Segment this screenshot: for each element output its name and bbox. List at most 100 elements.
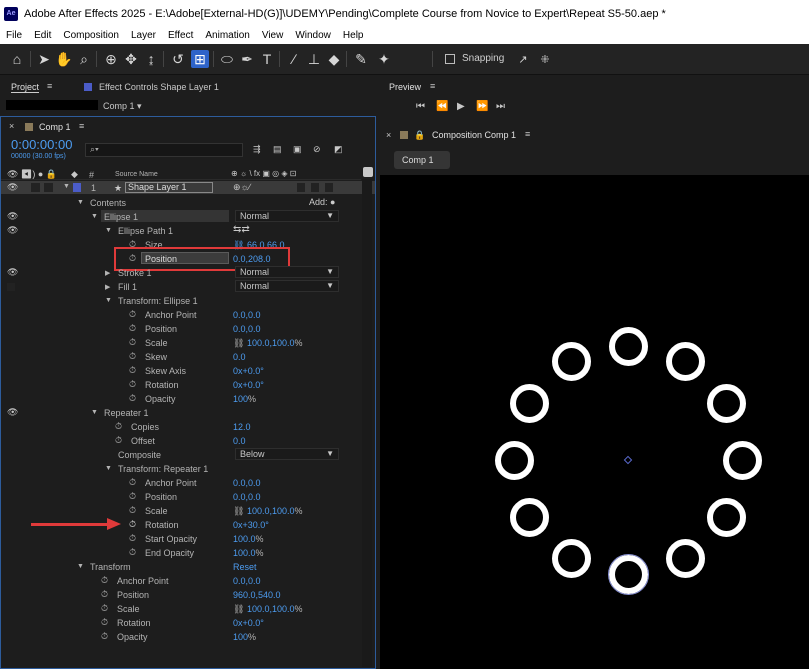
- repeater-ring-copy[interactable]: [722, 440, 762, 480]
- tab-comp[interactable]: Comp 1: [39, 122, 71, 132]
- snapping-checkbox[interactable]: [445, 54, 455, 64]
- ellipse-icon[interactable]: ⬭: [218, 50, 236, 68]
- tl-position-value[interactable]: 960.0,540.0: [233, 590, 281, 600]
- close-tab-icon[interactable]: ×: [9, 121, 14, 131]
- offset-value[interactable]: 0.0: [233, 436, 246, 446]
- te-skew-axis-value[interactable]: 0x+0.0°: [233, 366, 264, 376]
- panel-menu-icon[interactable]: ≡: [79, 121, 84, 131]
- anchor-point-marker[interactable]: [623, 455, 633, 465]
- selection-icon[interactable]: ➤: [35, 50, 53, 68]
- orbit-icon[interactable]: ⊕: [102, 50, 120, 68]
- menu-edit[interactable]: Edit: [28, 30, 57, 41]
- skew-stopwatch-icon[interactable]: ⏱: [129, 351, 136, 362]
- repeater-ring-copy[interactable]: [665, 539, 705, 579]
- tr-anchor-value[interactable]: 0.0,0.0: [233, 478, 261, 488]
- start-opacity-stopwatch-icon[interactable]: ⏱: [129, 533, 136, 544]
- hand-icon[interactable]: ✋: [55, 50, 73, 68]
- track-xy-icon[interactable]: ✥: [122, 50, 140, 68]
- layer-expand-chevron-icon[interactable]: ▼: [63, 183, 70, 190]
- previous-frame-icon[interactable]: ⏪: [436, 101, 448, 112]
- opacity-stopwatch-icon[interactable]: ⏱: [129, 393, 136, 404]
- zoom-icon[interactable]: ⌕: [75, 50, 93, 68]
- selected-ellipse-ring[interactable]: [607, 553, 649, 595]
- stroke-visibility-eye-icon[interactable]: 👁: [7, 267, 18, 278]
- comp-breadcrumb[interactable]: Comp 1 ▾: [103, 101, 142, 112]
- 3d-switch[interactable]: [325, 183, 333, 192]
- rotation-stopwatch-icon[interactable]: ⏱: [129, 519, 136, 530]
- scale-stopwatch-icon[interactable]: ⏱: [101, 603, 108, 614]
- snap-grid-icon[interactable]: ⁜: [536, 50, 554, 68]
- timecode[interactable]: 0:00:00:00: [11, 137, 72, 152]
- te-position-value[interactable]: 0.0,0.0: [233, 324, 261, 334]
- layer-switches[interactable]: ⊕☼∕: [233, 182, 250, 193]
- panel-menu-icon[interactable]: ≡: [525, 129, 530, 139]
- composite-dropdown[interactable]: Below ▼: [235, 448, 339, 460]
- fill-blend-mode-dropdown[interactable]: Normal ▼: [235, 280, 339, 292]
- fill-visibility-switch[interactable]: [7, 283, 15, 291]
- skew-axis-stopwatch-icon[interactable]: ⏱: [129, 365, 136, 376]
- tr-position-value[interactable]: 0.0,0.0: [233, 492, 261, 502]
- pan-behind-icon[interactable]: ⊞: [191, 50, 209, 68]
- contents-expand-chevron-icon[interactable]: ▼: [77, 199, 84, 206]
- solo-switch[interactable]: [44, 183, 53, 192]
- tl-scale-value[interactable]: ⛓ 100.0,100.0%: [233, 604, 303, 615]
- anchor-stopwatch-icon[interactable]: ⏱: [129, 309, 136, 320]
- add-menu[interactable]: Add: ●: [309, 197, 335, 207]
- menu-animation[interactable]: Animation: [199, 30, 255, 41]
- end-opacity-value[interactable]: 100.0%: [233, 548, 264, 558]
- start-opacity-value[interactable]: 100.0%: [233, 534, 264, 544]
- stroke-expand-chevron-icon[interactable]: ▶: [105, 269, 110, 277]
- panel-menu-icon[interactable]: ≡: [47, 81, 52, 91]
- constrain-link-icon[interactable]: ⛓: [233, 604, 244, 614]
- copies-value[interactable]: 12.0: [233, 422, 251, 432]
- repeater-ring-copy[interactable]: [551, 341, 591, 381]
- repeater-ring-copy[interactable]: [509, 497, 549, 537]
- tab-preview[interactable]: Preview: [389, 82, 421, 92]
- motion-blur-switch[interactable]: [297, 183, 305, 192]
- transform-ellipse-expand-chevron-icon[interactable]: ▼: [105, 297, 112, 304]
- position-stopwatch-icon[interactable]: ⏱: [101, 589, 108, 600]
- menu-composition[interactable]: Composition: [57, 30, 125, 41]
- home-icon[interactable]: ⌂: [8, 50, 26, 68]
- menu-window[interactable]: Window: [289, 30, 337, 41]
- te-rotation-value[interactable]: 0x+0.0°: [233, 380, 264, 390]
- roto-brush-icon[interactable]: ✎: [352, 50, 370, 68]
- tr-rotation-value[interactable]: 0x+30.0°: [233, 520, 269, 530]
- tab-project[interactable]: Project: [11, 82, 40, 93]
- menu-effect[interactable]: Effect: [162, 30, 199, 41]
- draft-3d-icon[interactable]: ▤: [273, 144, 282, 155]
- tab-effect-controls[interactable]: Effect Controls Shape Layer 1: [99, 82, 219, 92]
- layer-search-input[interactable]: ⌕▾: [85, 143, 243, 157]
- comp-viewer[interactable]: [380, 175, 809, 669]
- offset-stopwatch-icon[interactable]: ⏱: [115, 435, 122, 446]
- tl-anchor-value[interactable]: 0.0,0.0: [233, 576, 261, 586]
- ellipse-blend-mode-dropdown[interactable]: Normal ▼: [235, 210, 339, 222]
- frame-blending-icon[interactable]: ⊘: [313, 144, 321, 155]
- last-frame-icon[interactable]: ⏭: [496, 101, 505, 112]
- scale-stopwatch-icon[interactable]: ⏱: [129, 337, 136, 348]
- tab-composition[interactable]: Composition Comp 1: [432, 130, 516, 140]
- panel-menu-icon[interactable]: ≡: [430, 81, 435, 91]
- repeater-ring-copy[interactable]: [509, 383, 549, 423]
- clone-stamp-icon[interactable]: ⊥: [305, 50, 323, 68]
- track-z-icon[interactable]: ↨: [142, 50, 160, 68]
- adjustment-switch[interactable]: [311, 183, 319, 192]
- project-search-field[interactable]: [6, 100, 98, 110]
- play-icon[interactable]: ▶: [457, 101, 465, 112]
- tl-rotation-value[interactable]: 0x+0.0°: [233, 618, 264, 628]
- repeater-ring-copy[interactable]: [608, 326, 648, 366]
- repeater-ring-copy[interactable]: [707, 497, 747, 537]
- repeater-ring-copy[interactable]: [551, 539, 591, 579]
- work-area-marker-icon[interactable]: [363, 167, 373, 177]
- opacity-stopwatch-icon[interactable]: ⏱: [101, 631, 108, 642]
- constrain-link-icon[interactable]: ⛓: [233, 338, 244, 348]
- constrain-link-icon[interactable]: ⛓: [233, 506, 244, 516]
- menu-file[interactable]: File: [0, 30, 28, 41]
- first-frame-icon[interactable]: ⏮: [416, 101, 425, 112]
- layer-label-color[interactable]: [73, 183, 81, 192]
- menu-help[interactable]: Help: [337, 30, 370, 41]
- tl-opacity-value[interactable]: 100%: [233, 632, 256, 642]
- fill-expand-chevron-icon[interactable]: ▶: [105, 283, 110, 291]
- brush-icon[interactable]: ∕: [285, 50, 303, 68]
- tr-scale-value[interactable]: ⛓ 100.0,100.0%: [233, 506, 303, 517]
